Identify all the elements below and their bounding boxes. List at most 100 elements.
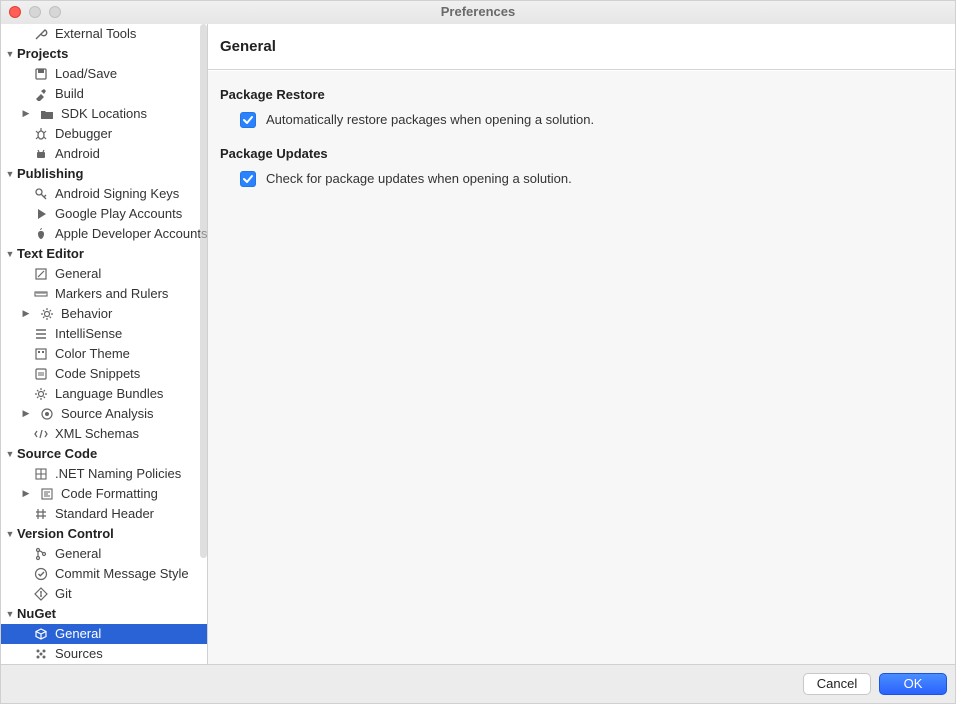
sidebar-item-label: XML Schemas [55, 426, 139, 441]
footer: Cancel OK [1, 664, 955, 703]
sidebar-category-version-control[interactable]: ▼Version Control [1, 524, 207, 544]
sidebar-item-label: Google Play Accounts [55, 206, 182, 221]
ok-button[interactable]: OK [879, 673, 947, 695]
sidebar-item-external-tools[interactable]: External Tools [1, 24, 207, 44]
checkbox-auto-restore[interactable] [240, 112, 256, 128]
sidebar-item-label: .NET Naming Policies [55, 466, 181, 481]
sidebar-item-general[interactable]: General [1, 624, 207, 644]
sidebar-item-label: Apple Developer Accounts [55, 226, 207, 241]
checkbox-auto-restore-label: Automatically restore packages when open… [266, 112, 594, 127]
chevron-down-icon: ▼ [5, 249, 15, 259]
sidebar-item-commit-message-style[interactable]: Commit Message Style [1, 564, 207, 584]
ruler-icon [33, 286, 49, 302]
sidebar-item-sources[interactable]: Sources [1, 644, 207, 664]
gear-icon [33, 386, 49, 402]
android-icon [33, 146, 49, 162]
grid-icon [33, 466, 49, 482]
sidebar-item-source-analysis[interactable]: ▶ Source Analysis [1, 404, 207, 424]
check-icon [33, 566, 49, 582]
sidebar-item-build[interactable]: Build [1, 84, 207, 104]
sidebar-category-text-editor[interactable]: ▼Text Editor [1, 244, 207, 264]
sidebar-category-source-code[interactable]: ▼Source Code [1, 444, 207, 464]
sidebar-item-label: Android Signing Keys [55, 186, 179, 201]
chevron-down-icon: ▼ [5, 609, 15, 619]
sidebar-item-color-theme[interactable]: Color Theme [1, 344, 207, 364]
chevron-right-icon: ▶ [21, 408, 31, 419]
sidebar-item-general[interactable]: General [1, 544, 207, 564]
sidebar-category-projects[interactable]: ▼Projects [1, 44, 207, 64]
sidebar-item-load-save[interactable]: Load/Save [1, 64, 207, 84]
chevron-down-icon: ▼ [5, 169, 15, 179]
sidebar-item-git[interactable]: Git [1, 584, 207, 604]
apple-icon [33, 226, 49, 242]
hash-icon [33, 506, 49, 522]
sidebar-item-xml-schemas[interactable]: XML Schemas [1, 424, 207, 444]
close-button[interactable] [9, 6, 21, 18]
sidebar-item-intellisense[interactable]: IntelliSense [1, 324, 207, 344]
sidebar-item-label: Source Analysis [61, 406, 154, 421]
sidebar-item-apple-developer-accounts[interactable]: Apple Developer Accounts [1, 224, 207, 244]
sidebar-item-behavior[interactable]: ▶ Behavior [1, 304, 207, 324]
sidebar-category-label: Publishing [17, 166, 83, 181]
sidebar-item--net-naming-policies[interactable]: .NET Naming Policies [1, 464, 207, 484]
sidebar-item-label: Behavior [61, 306, 112, 321]
sidebar-item-markers-and-rulers[interactable]: Markers and Rulers [1, 284, 207, 304]
sidebar-item-label: Code Formatting [61, 486, 158, 501]
sidebar-category-publishing[interactable]: ▼Publishing [1, 164, 207, 184]
checkbox-check-updates-label: Check for package updates when opening a… [266, 171, 572, 186]
sidebar-item-label: Build [55, 86, 84, 101]
sidebar: External Tools▼ProjectsLoad/SaveBuild▶SD… [1, 24, 208, 664]
pencil-icon [33, 266, 49, 282]
section-package-updates: Package Updates [220, 146, 943, 161]
xml-icon [33, 426, 49, 442]
sidebar-item-sdk-locations[interactable]: ▶SDK Locations [1, 104, 207, 124]
sidebar-category-nuget[interactable]: ▼NuGet [1, 604, 207, 624]
content-header: General [208, 24, 955, 70]
sidebar-item-label: Code Snippets [55, 366, 140, 381]
sidebar-item-label: General [55, 626, 101, 641]
git-icon [33, 586, 49, 602]
list-icon [33, 326, 49, 342]
sidebar-item-label: Color Theme [55, 346, 130, 361]
sources-icon [33, 646, 49, 662]
sidebar-item-android-signing-keys[interactable]: Android Signing Keys [1, 184, 207, 204]
sidebar-category-label: Projects [17, 46, 68, 61]
disk-icon [33, 66, 49, 82]
panel-title: General [220, 38, 943, 55]
sidebar-scrollbar[interactable] [200, 24, 207, 558]
sidebar-item-language-bundles[interactable]: Language Bundles [1, 384, 207, 404]
sidebar-category-label: NuGet [17, 606, 56, 621]
cancel-button[interactable]: Cancel [803, 673, 871, 695]
content-panel: General Package Restore Automatically re… [208, 24, 955, 664]
sidebar-item-label: Android [55, 146, 100, 161]
bug-icon [33, 126, 49, 142]
sidebar-item-label: Git [55, 586, 72, 601]
titlebar: Preferences [1, 1, 955, 24]
sidebar-item-label: Commit Message Style [55, 566, 189, 581]
checkbox-check-updates[interactable] [240, 171, 256, 187]
sidebar-item-label: IntelliSense [55, 326, 122, 341]
sidebar-category-label: Text Editor [17, 246, 84, 261]
sidebar-item-standard-header[interactable]: Standard Header [1, 504, 207, 524]
branch-icon [33, 546, 49, 562]
minimize-button[interactable] [29, 6, 41, 18]
sidebar-item-label: Sources [55, 646, 103, 661]
zoom-button[interactable] [49, 6, 61, 18]
sidebar-item-debugger[interactable]: Debugger [1, 124, 207, 144]
folder-icon [39, 106, 55, 122]
chevron-down-icon: ▼ [5, 529, 15, 539]
sidebar-item-label: Debugger [55, 126, 112, 141]
chevron-right-icon: ▶ [21, 308, 31, 319]
sidebar-item-code-snippets[interactable]: Code Snippets [1, 364, 207, 384]
sidebar-item-google-play-accounts[interactable]: Google Play Accounts [1, 204, 207, 224]
sidebar-item-code-formatting[interactable]: ▶Code Formatting [1, 484, 207, 504]
sidebar-item-android[interactable]: Android [1, 144, 207, 164]
gear-icon [39, 306, 55, 322]
sidebar-item-label: External Tools [55, 26, 136, 41]
target-icon [39, 406, 55, 422]
sidebar-item-general[interactable]: General [1, 264, 207, 284]
key-icon [33, 186, 49, 202]
sidebar-category-label: Source Code [17, 446, 97, 461]
sidebar-category-label: Version Control [17, 526, 114, 541]
content-body: Package Restore Automatically restore pa… [208, 70, 955, 664]
